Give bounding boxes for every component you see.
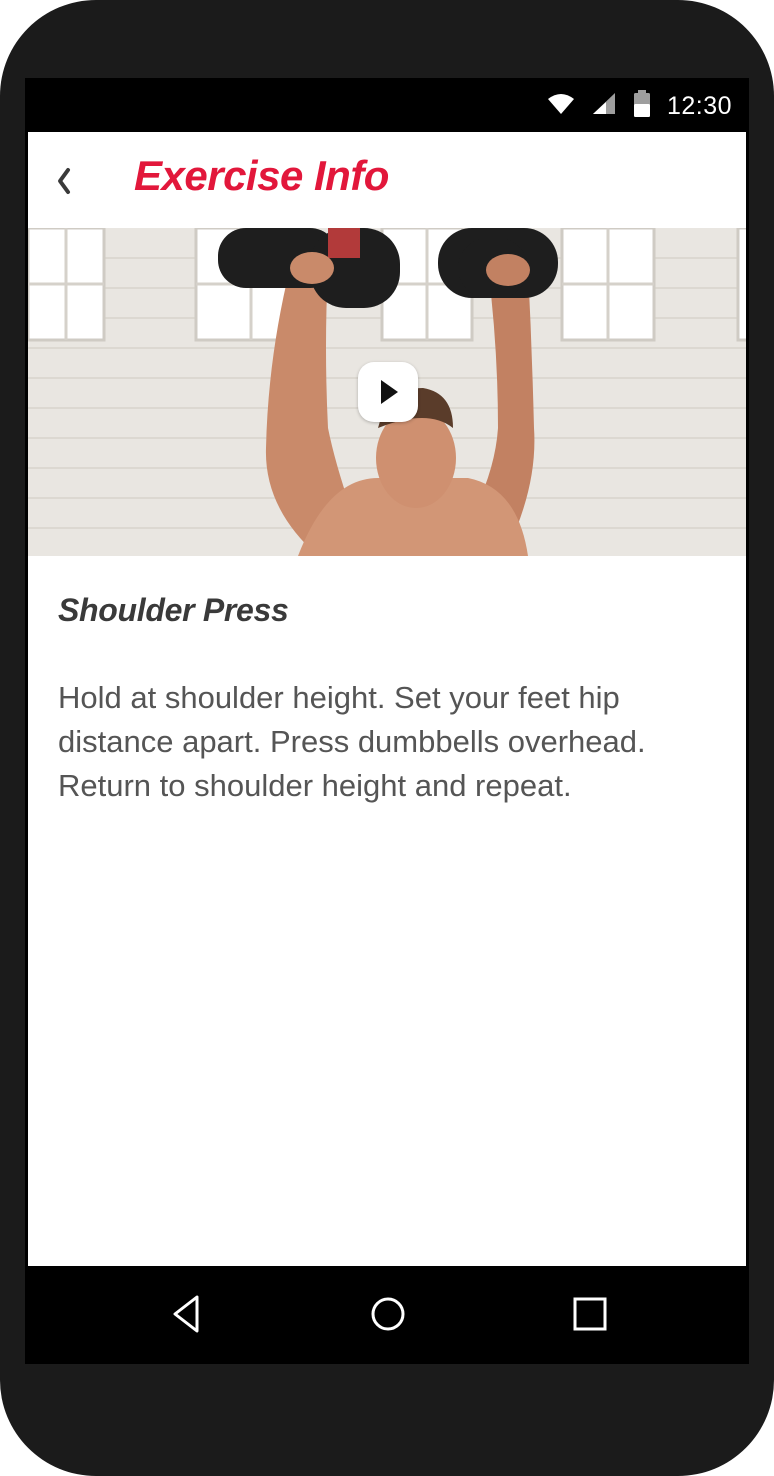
play-icon: [381, 380, 398, 404]
phone-frame: 12:30 Exercise Info Shoulder Press Hold …: [0, 0, 774, 1476]
exercise-description: Hold at shoulder height. Set your feet h…: [58, 680, 646, 803]
back-triangle-icon[interactable]: [164, 1290, 212, 1338]
status-icons: 12:30: [547, 81, 732, 132]
screen: 12:30 Exercise Info Shoulder Press Hold …: [28, 81, 746, 1361]
app-bar: Exercise Info: [28, 132, 746, 228]
navigation-bar: [28, 1266, 746, 1361]
page-title: Exercise Info: [134, 152, 389, 199]
screen-bezel: 12:30 Exercise Info Shoulder Press Hold …: [25, 78, 749, 1364]
wifi-icon: [547, 92, 575, 121]
battery-icon: [633, 90, 651, 123]
recents-square-icon[interactable]: [566, 1290, 614, 1338]
exercise-details: Shoulder Press Hold at shoulder height. …: [28, 556, 746, 1266]
status-time: 12:30: [666, 92, 732, 120]
chevron-left-icon[interactable]: [50, 160, 80, 200]
exercise-video[interactable]: [28, 228, 746, 556]
exercise-name: Shoulder Press: [58, 592, 289, 628]
status-bar: 12:30: [28, 81, 746, 132]
home-circle-icon[interactable]: [364, 1290, 412, 1338]
signal-icon: [591, 92, 617, 121]
play-button[interactable]: [358, 362, 418, 422]
